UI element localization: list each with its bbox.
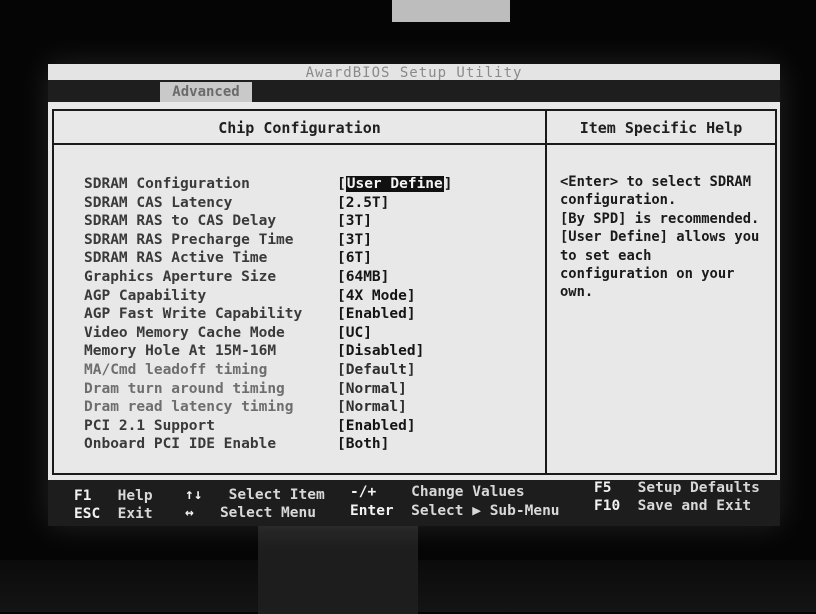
setting-label: Video Memory Cache Mode xyxy=(84,324,285,341)
tab-advanced[interactable]: Advanced xyxy=(160,82,252,102)
setting-row[interactable]: Onboard PCI IDE Enable [Both] xyxy=(84,436,544,455)
key-help-bar: F1 Help ESC Exit ↑↓ Select Item ↔ Select… xyxy=(48,480,780,526)
setting-label: PCI 2.1 Support xyxy=(84,417,215,434)
help-line: configuration. xyxy=(560,192,677,209)
setting-row[interactable]: MA/Cmd leadoff timing [Default] xyxy=(84,362,544,381)
help-line: configuration on your xyxy=(560,266,735,283)
setting-row[interactable]: Dram turn around timing [Normal] xyxy=(84,381,544,400)
setting-label: Dram read latency timing xyxy=(84,399,294,416)
setting-label: SDRAM Configuration xyxy=(84,176,250,192)
setting-row[interactable]: SDRAM CAS Latency [2.5T] xyxy=(84,195,544,214)
setting-label: Memory Hole At 15M-16M xyxy=(84,343,277,360)
setting-label: Dram turn around timing xyxy=(84,380,285,397)
footer-f5: F5 Setup Defaults xyxy=(594,480,760,496)
select-menu-desc: Select Menu xyxy=(219,505,316,521)
setting-label: AGP Capability xyxy=(84,287,207,304)
setting-row[interactable]: Video Memory Cache Mode [UC] xyxy=(84,325,544,344)
footer-select-item: ↑↓ Select Item xyxy=(185,487,325,503)
setting-label: SDRAM RAS Active Time xyxy=(84,250,268,267)
f1-key: F1 xyxy=(74,488,92,504)
enter-key: Enter xyxy=(350,503,394,519)
f5-key: F5 xyxy=(594,480,612,496)
setting-label: SDRAM RAS Precharge Time xyxy=(84,231,294,248)
setting-row[interactable]: PCI 2.1 Support [Enabled] xyxy=(84,418,544,437)
esc-key: ESC xyxy=(74,506,101,522)
setting-value[interactable]: [Default] xyxy=(337,362,416,378)
setting-row[interactable]: Memory Hole At 15M-16M [Disabled] xyxy=(84,343,544,362)
f1-desc: Help xyxy=(117,488,153,504)
select-item-desc: Select Item xyxy=(228,487,325,503)
help-line: [User Define] allows you xyxy=(560,229,760,246)
setting-value[interactable]: [64MB] xyxy=(337,269,389,285)
room-object xyxy=(258,520,418,614)
setting-row[interactable]: Graphics Aperture Size [64MB] xyxy=(84,269,544,288)
setting-value[interactable]: [Both] xyxy=(337,436,389,452)
setting-row[interactable]: SDRAM Configuration [User Define] xyxy=(84,176,544,195)
esc-desc: Exit xyxy=(117,506,153,522)
setting-label: MA/Cmd leadoff timing xyxy=(84,361,268,378)
footer-f1: F1 Help xyxy=(74,488,153,504)
panel-divider xyxy=(545,111,547,473)
footer-esc: ESC Exit xyxy=(74,506,153,522)
setting-row[interactable]: Dram read latency timing [Normal] xyxy=(84,399,544,418)
room-light xyxy=(392,0,510,22)
help-text: <Enter> to select SDRAM configuration. [… xyxy=(560,173,770,302)
setting-row[interactable]: SDRAM RAS to CAS Delay [3T] xyxy=(84,213,544,232)
setting-value[interactable]: [Enabled] xyxy=(337,418,416,434)
setting-row[interactable]: SDRAM RAS Precharge Time [3T] xyxy=(84,232,544,251)
settings-list: SDRAM Configuration [User Define] SDRAM … xyxy=(84,176,544,455)
setting-value[interactable]: [User Define] xyxy=(337,176,453,192)
setting-value[interactable]: [Normal] xyxy=(337,399,407,415)
f10-key: F10 xyxy=(594,498,621,514)
help-line: <Enter> to select SDRAM xyxy=(560,174,752,190)
setting-value[interactable]: [3T] xyxy=(337,213,372,229)
plus-minus-key: -/+ xyxy=(350,484,377,500)
setting-row[interactable]: AGP Capability [4X Mode] xyxy=(84,288,544,307)
setting-value[interactable]: [UC] xyxy=(337,325,372,341)
sub-menu-desc: Select ▶ Sub-Menu xyxy=(411,503,560,519)
setting-value[interactable]: [Disabled] xyxy=(337,343,424,359)
up-down-arrows-icon: ↑↓ xyxy=(185,487,203,503)
setting-label: Graphics Aperture Size xyxy=(84,268,277,285)
footer-enter: Enter Select ▶ Sub-Menu xyxy=(350,503,560,519)
help-line: [By SPD] is recommended. xyxy=(560,210,760,227)
bios-screen: AwardBIOS Setup Utility Advanced Chip Co… xyxy=(48,64,780,526)
setting-label: AGP Fast Write Capability xyxy=(84,306,303,323)
footer-select-menu: ↔ Select Menu xyxy=(185,505,316,521)
setting-label: Onboard PCI IDE Enable xyxy=(84,436,277,453)
setting-value[interactable]: [2.5T] xyxy=(337,195,389,211)
setting-label: SDRAM CAS Latency xyxy=(84,194,233,211)
setting-value[interactable]: [3T] xyxy=(337,232,372,248)
setting-value[interactable]: [Normal] xyxy=(337,381,407,397)
selected-value-highlight[interactable]: User Define xyxy=(345,176,444,192)
setting-value[interactable]: [4X Mode] xyxy=(337,288,416,304)
setting-row[interactable]: SDRAM RAS Active Time [6T] xyxy=(84,250,544,269)
help-line: own. xyxy=(560,284,594,301)
help-title: Item Specific Help xyxy=(547,111,775,145)
panel-title: Chip Configuration xyxy=(54,111,545,145)
setting-label: SDRAM RAS to CAS Delay xyxy=(84,213,277,230)
setup-defaults-desc: Setup Defaults xyxy=(637,480,760,496)
main-frame: Chip Configuration Item Specific Help SD… xyxy=(52,109,777,475)
footer-change-values: -/+ Change Values xyxy=(350,484,525,500)
footer-f10: F10 Save and Exit xyxy=(594,498,751,514)
save-exit-desc: Save and Exit xyxy=(637,498,752,514)
setting-value[interactable]: [6T] xyxy=(337,250,372,266)
menu-bar: Advanced xyxy=(48,80,780,102)
change-values-desc: Change Values xyxy=(411,484,525,500)
help-line: to set each xyxy=(560,247,652,264)
setting-value[interactable]: [Enabled] xyxy=(337,306,416,322)
left-right-arrows-icon: ↔ xyxy=(185,505,194,521)
setting-row[interactable]: AGP Fast Write Capability [Enabled] xyxy=(84,306,544,325)
